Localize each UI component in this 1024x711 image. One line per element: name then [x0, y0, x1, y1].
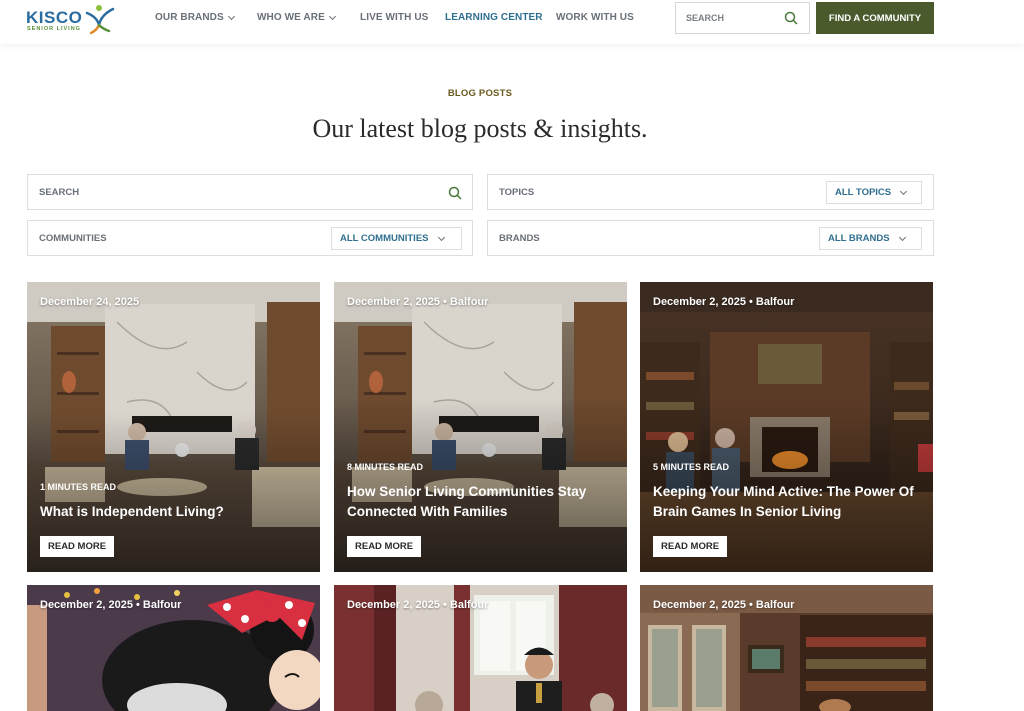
post-date: December 2, 2025 • Balfour	[347, 296, 489, 308]
find-community-button[interactable]: FIND A COMMUNITY	[816, 2, 934, 34]
page-title: Our latest blog posts & insights.	[312, 114, 648, 143]
section-eyebrow: BLOG POSTS	[447, 88, 513, 99]
nav-who-we-are[interactable]: WHO WE ARE	[257, 12, 336, 23]
post-date: December 2, 2025 • Balfour	[40, 599, 182, 611]
logo-subtitle: SENIOR LIVING	[27, 26, 81, 32]
blog-card[interactable]: December 2, 2025 • Balfour	[27, 585, 320, 711]
nav-label: LEARNING CENTER	[445, 12, 543, 23]
nav-our-brands[interactable]: OUR BRANDS	[155, 12, 235, 23]
nav-label: WORK WITH US	[556, 12, 634, 23]
search-placeholder: SEARCH	[686, 13, 725, 23]
search-icon[interactable]	[448, 186, 462, 200]
blog-card-image	[27, 282, 320, 572]
read-more-button[interactable]: READ MORE	[40, 536, 115, 557]
communities-dropdown-value: ALL COMMUNITIES	[340, 233, 429, 244]
post-title[interactable]: Keeping Your Mind Active: The Power Of B…	[653, 482, 923, 522]
header-search-input[interactable]: SEARCH	[675, 2, 810, 34]
logo-figure-icon	[85, 5, 115, 35]
topics-filter: TOPICS ALL TOPICS	[487, 174, 934, 210]
blog-card-image	[334, 282, 627, 572]
post-title[interactable]: How Senior Living Communities Stay Conne…	[347, 482, 617, 522]
nav-live-with-us[interactable]: LIVE WITH US	[360, 12, 428, 23]
nav-work-with-us[interactable]: WORK WITH US	[556, 12, 634, 23]
brands-filter: BRANDS ALL BRANDS	[487, 220, 934, 256]
search-filter-label: SEARCH	[39, 187, 80, 198]
communities-filter: COMMUNITIES ALL COMMUNITIES	[27, 220, 473, 256]
post-date: December 2, 2025 • Balfour	[347, 599, 489, 611]
nav-label: WHO WE ARE	[257, 12, 325, 23]
read-time: 8 MINUTES READ	[347, 462, 424, 472]
read-time: 5 MINUTES READ	[653, 462, 730, 472]
communities-dropdown[interactable]: ALL COMMUNITIES	[331, 227, 462, 250]
blog-card[interactable]: December 2, 2025 • Balfour 5 MINUTES REA…	[640, 282, 933, 572]
post-date: December 2, 2025 • Balfour	[653, 296, 795, 308]
chevron-down-icon	[437, 233, 445, 241]
chevron-down-icon	[227, 12, 235, 20]
logo-text: KISCO	[26, 8, 83, 27]
kisco-logo[interactable]: KISCO SENIOR LIVING	[26, 3, 118, 39]
topics-dropdown-value: ALL TOPICS	[835, 187, 892, 198]
search-icon[interactable]	[784, 11, 798, 25]
chevron-down-icon	[328, 12, 336, 20]
brands-dropdown[interactable]: ALL BRANDS	[819, 227, 922, 250]
communities-filter-label: COMMUNITIES	[39, 233, 107, 244]
read-time: 1 MINUTES READ	[40, 482, 117, 492]
search-filter-input[interactable]: SEARCH	[27, 174, 473, 210]
topics-dropdown[interactable]: ALL TOPICS	[826, 181, 922, 204]
blog-card[interactable]: December 2, 2025 • Balfour 8 MINUTES REA…	[334, 282, 627, 572]
chevron-down-icon	[900, 187, 908, 195]
brands-filter-label: BRANDS	[499, 233, 540, 244]
nav-learning-center[interactable]: LEARNING CENTER	[445, 12, 543, 23]
brands-dropdown-value: ALL BRANDS	[828, 233, 890, 244]
blog-card[interactable]: December 24, 2025 1 MINUTES READ What is…	[27, 282, 320, 572]
post-date: December 2, 2025 • Balfour	[653, 599, 795, 611]
post-title[interactable]: What is Independent Living?	[40, 502, 310, 522]
site-header: KISCO SENIOR LIVING OUR BRANDS WHO WE AR…	[0, 0, 1024, 44]
chevron-down-icon	[898, 233, 906, 241]
nav-label: OUR BRANDS	[155, 12, 224, 23]
topics-filter-label: TOPICS	[499, 187, 535, 198]
blog-card-image	[640, 282, 933, 572]
blog-card[interactable]: December 2, 2025 • Balfour	[640, 585, 933, 711]
post-date: December 24, 2025	[40, 296, 140, 308]
read-more-button[interactable]: READ MORE	[653, 536, 728, 557]
read-more-button[interactable]: READ MORE	[347, 536, 422, 557]
blog-card[interactable]: December 2, 2025 • Balfour	[334, 585, 627, 711]
nav-label: LIVE WITH US	[360, 12, 429, 23]
